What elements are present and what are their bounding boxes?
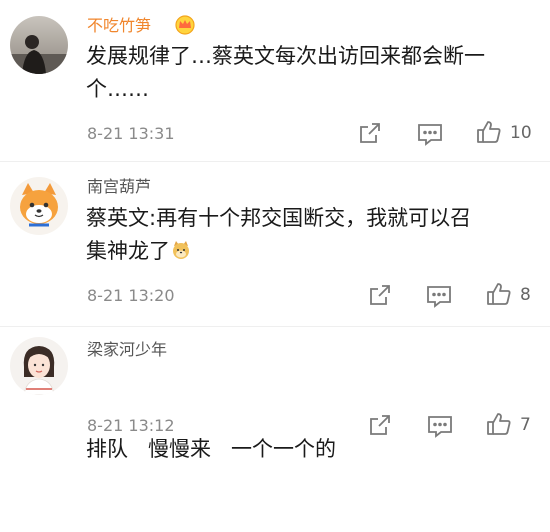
share-button[interactable] — [358, 121, 382, 149]
username[interactable]: 南宫葫芦 — [87, 177, 151, 197]
comment-icon — [418, 124, 442, 146]
avatar[interactable] — [10, 337, 68, 395]
comment-item: 不吃竹笋 发展规律了…蔡英文每次出访回来都会断一 个…… 8-21 13:31 … — [0, 0, 550, 160]
timestamp: 8-21 13:31 — [87, 124, 175, 143]
share-icon — [370, 415, 390, 435]
avatar[interactable] — [10, 177, 68, 235]
username[interactable]: 梁家河少年 — [87, 340, 167, 360]
username[interactable]: 不吃竹笋 — [87, 16, 151, 36]
timestamp: 8-21 13:12 — [87, 416, 175, 435]
comment-icon — [427, 286, 451, 308]
comment-button[interactable] — [417, 122, 443, 150]
avatar[interactable] — [10, 16, 68, 74]
share-button[interactable] — [368, 413, 392, 441]
comment-text: 排队 慢慢来 一个一个的 — [86, 437, 337, 461]
share-button[interactable] — [368, 283, 392, 311]
like-button[interactable] — [486, 281, 512, 311]
like-count: 8 — [520, 285, 531, 305]
like-button[interactable] — [486, 411, 512, 441]
comment-text: 蔡英文:再有十个邦交国断交，我就可以召 集神龙了 — [86, 206, 472, 263]
comment-item: 南宫葫芦 蔡英文:再有十个邦交国断交，我就可以召 集神龙了 8-21 13:20… — [0, 162, 550, 325]
share-icon — [370, 285, 390, 305]
like-button[interactable] — [476, 119, 502, 149]
thumbs-up-icon — [487, 413, 511, 435]
vip-crown-icon — [174, 15, 196, 35]
doge-emoji-icon — [171, 237, 191, 259]
timestamp: 8-21 13:20 — [87, 286, 175, 305]
comment-icon — [428, 416, 452, 438]
comment-button[interactable] — [427, 414, 453, 442]
thumbs-up-icon — [477, 121, 501, 143]
thumbs-up-icon — [487, 283, 511, 305]
comment-button[interactable] — [426, 284, 452, 312]
like-count: 10 — [510, 123, 532, 143]
like-count: 7 — [520, 415, 531, 435]
comment-text: 发展规律了…蔡英文每次出访回来都会断一 个…… — [86, 44, 485, 101]
share-icon — [360, 123, 380, 143]
comment-item: 梁家河少年 排队 慢慢来 一个一个的 8-21 13:12 7 — [0, 327, 550, 461]
